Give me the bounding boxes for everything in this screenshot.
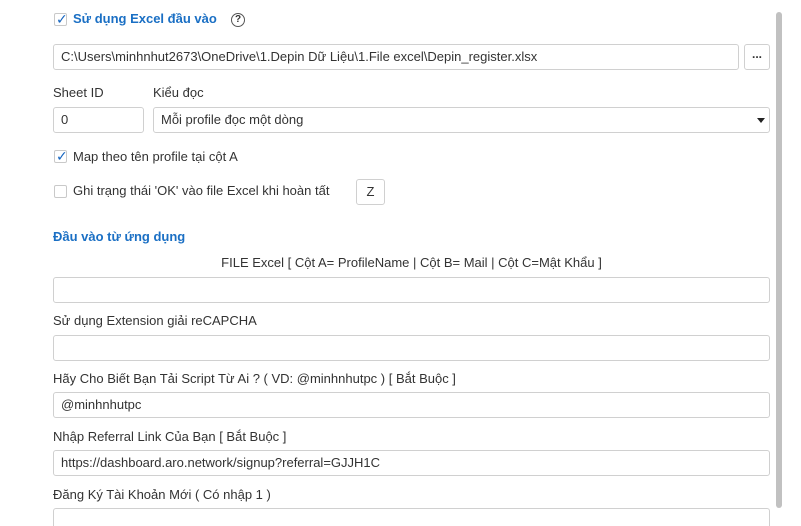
use-excel-checkbox[interactable]: ✓	[54, 11, 68, 27]
write-status-checkbox[interactable]	[54, 185, 67, 198]
status-column-input[interactable]: Z	[356, 179, 385, 205]
file-excel-input[interactable]	[53, 277, 770, 303]
write-status-label[interactable]: Ghi trạng thái 'OK' vào file Excel khi h…	[73, 183, 329, 198]
script-source-label: Hãy Cho Biết Bạn Tải Script Từ Ai ? ( VD…	[53, 371, 456, 386]
register-input[interactable]	[53, 508, 770, 526]
recaptcha-input[interactable]	[53, 335, 770, 361]
excel-file-path-input[interactable]: C:\Users\minhnhut2673\OneDrive\1.Depin D…	[53, 44, 739, 70]
app-input-section-title: Đầu vào từ ứng dụng	[53, 229, 186, 244]
map-profile-label[interactable]: Map theo tên profile tại cột A	[73, 149, 238, 164]
read-mode-value: Mỗi profile đọc một dòng	[161, 112, 304, 127]
scrollbar-thumb[interactable]	[776, 12, 782, 508]
sheet-id-input[interactable]: 0	[53, 107, 144, 133]
read-mode-select[interactable]: Mỗi profile đọc một dòng	[153, 107, 770, 133]
caret-down-icon	[757, 118, 765, 123]
recaptcha-label: Sử dụng Extension giải reCAPCHA	[53, 313, 257, 328]
referral-label: Nhập Referral Link Của Bạn [ Bắt Buộc ]	[53, 429, 287, 444]
read-mode-label: Kiểu đọc	[153, 85, 204, 100]
map-profile-checkbox[interactable]: ✓	[54, 148, 68, 164]
use-excel-label[interactable]: Sử dụng Excel đầu vào	[73, 11, 217, 26]
referral-input[interactable]: https://dashboard.aro.network/signup?ref…	[53, 450, 770, 476]
register-label: Đăng Ký Tài Khoản Mới ( Có nhập 1 )	[53, 487, 271, 502]
question-circle-icon[interactable]: ?	[231, 13, 245, 27]
file-excel-hint: FILE Excel [ Cột A= ProfileName | Cột B=…	[221, 255, 602, 270]
check-icon: ✓	[56, 11, 68, 27]
browse-file-button[interactable]: ...	[744, 44, 770, 70]
check-icon: ✓	[56, 148, 68, 164]
script-source-input[interactable]: @minhnhutpc	[53, 392, 770, 418]
sheet-id-label: Sheet ID	[53, 85, 104, 100]
